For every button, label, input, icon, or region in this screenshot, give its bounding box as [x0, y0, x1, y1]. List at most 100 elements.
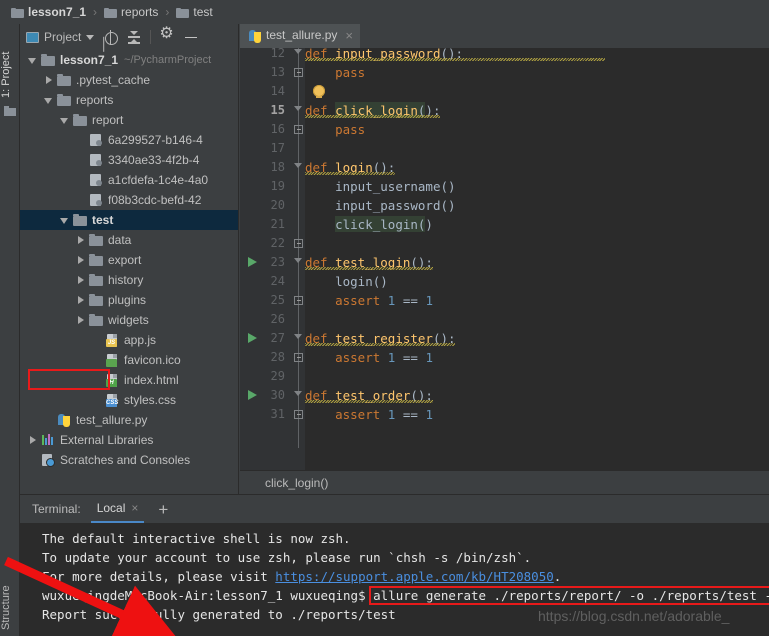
toolbar-divider [150, 30, 152, 44]
collapse-all-icon[interactable] [126, 29, 142, 45]
tree-row-label: report [92, 113, 124, 127]
code-line: pass [335, 65, 366, 80]
close-icon[interactable]: × [345, 28, 353, 43]
tree-row[interactable]: 6a299527-b146-4 [20, 130, 238, 150]
fold-region-icon[interactable] [294, 296, 303, 305]
code-line: click_login() [335, 217, 433, 232]
run-test-icon[interactable] [248, 390, 257, 400]
left-tool-strip: 1: Project Structure [0, 24, 20, 636]
tree-row-label: widgets [108, 313, 149, 327]
scratches-icon [40, 452, 56, 468]
tool-window-button-project[interactable]: 1: Project [0, 26, 20, 102]
tree-row[interactable]: External Libraries [20, 430, 238, 450]
close-icon[interactable]: × [131, 501, 138, 515]
tree-row[interactable]: JS app.js [20, 330, 238, 350]
tree-row-label: data [108, 233, 132, 247]
gear-icon[interactable] [159, 26, 175, 45]
folder-icon [88, 272, 104, 288]
fold-collapse-icon[interactable] [294, 334, 302, 339]
intention-bulb-icon[interactable] [313, 85, 325, 98]
terminal-link[interactable]: https://support.apple.com/kb/HT208050 [275, 569, 553, 584]
fold-collapse-icon[interactable] [294, 106, 302, 111]
tree-row[interactable]: history [20, 270, 238, 290]
breadcrumb-label: test [193, 5, 213, 19]
tree-row[interactable]: report [20, 110, 238, 130]
fold-region-icon[interactable] [294, 353, 303, 362]
fold-region-icon[interactable] [294, 125, 303, 134]
folder-icon [88, 312, 104, 328]
tree-toggle-down-icon[interactable] [42, 90, 56, 110]
tree-row[interactable]: reports [20, 90, 238, 110]
breadcrumb-item-reports[interactable]: reports [101, 5, 161, 19]
tree-toggle-right-icon[interactable] [74, 250, 88, 270]
html-file-icon: H [104, 372, 120, 388]
line-number: 22 [270, 236, 285, 250]
terminal-tab-local[interactable]: Local × [90, 495, 145, 523]
tree-row[interactable]: plugins [20, 290, 238, 310]
fold-collapse-icon[interactable] [294, 391, 302, 396]
tree-row-label: .pytest_cache [76, 73, 151, 87]
fold-region-icon[interactable] [294, 68, 303, 77]
fold-region-icon[interactable] [294, 239, 303, 248]
tree-toggle-right-icon[interactable] [26, 430, 40, 450]
tree-row-label: 6a299527-b146-4 [108, 133, 203, 147]
tree-toggle-right-icon[interactable] [42, 70, 56, 90]
fold-region-icon[interactable] [294, 410, 303, 419]
folder-icon [56, 72, 72, 88]
target-icon[interactable] [102, 29, 118, 45]
code-line: assert 1 == 1 [335, 350, 433, 365]
tree-row[interactable]: Scratches and Consoles [20, 450, 238, 470]
tree-row[interactable]: favicon.ico [20, 350, 238, 370]
tree-row[interactable]: CSS styles.css [20, 390, 238, 410]
tree-row-label: test_allure.py [76, 413, 148, 427]
line-number: 27 [270, 331, 285, 345]
tree-toggle-right-icon[interactable] [74, 310, 88, 330]
tree-row[interactable]: data [20, 230, 238, 250]
tree-row[interactable]: export [20, 250, 238, 270]
line-number: 25 [270, 293, 285, 307]
editor-tab-test-allure[interactable]: test_allure.py × [240, 24, 360, 48]
tree-toggle-down-icon[interactable] [26, 50, 40, 70]
tree-row[interactable]: lesson7_1 ~/PycharmProject [20, 50, 238, 70]
tree-row[interactable]: test_allure.py [20, 410, 238, 430]
line-number: 23 [270, 255, 285, 269]
tree-row[interactable]: widgets [20, 310, 238, 330]
breadcrumb-item-project[interactable]: lesson7_1 [8, 5, 89, 19]
tree-row[interactable]: Hindex.html [20, 370, 238, 390]
tree-toggle-down-icon[interactable] [58, 210, 72, 230]
tree-toggle-right-icon[interactable] [74, 270, 88, 290]
run-test-icon[interactable] [248, 257, 257, 267]
libraries-icon [40, 432, 56, 448]
project-view-label: Project [44, 30, 82, 44]
tree-row[interactable]: .pytest_cache [20, 70, 238, 90]
minimize-icon[interactable] [183, 29, 199, 45]
tree-toggle-right-icon[interactable] [74, 230, 88, 250]
image-file-icon [104, 352, 120, 368]
tree-row[interactable]: 3340ae33-4f2b-4 [20, 150, 238, 170]
terminal-line: The default interactive shell is now zsh… [42, 531, 351, 546]
chevron-down-icon [86, 34, 95, 40]
code-text[interactable]: def input_password(): pass def click_logi… [305, 48, 769, 470]
add-terminal-icon[interactable]: + [158, 501, 168, 518]
tree-toggle-right-icon[interactable] [74, 290, 88, 310]
tree-toggle-down-icon[interactable] [58, 110, 72, 130]
code-viewport[interactable]: 12 13 14 15 16 17 18 19 20 21 22 23 24 25 26 27 28 29 30 31… [240, 48, 769, 470]
tool-window-button-structure[interactable]: Structure [0, 556, 20, 634]
terminal-tab-label: Local [96, 501, 126, 515]
tree-row[interactable]: f08b3cdc-befd-42 [20, 190, 238, 210]
tree-row-label: reports [76, 93, 114, 107]
tree-row[interactable]: a1cfdefa-1c4e-4a0 [20, 170, 238, 190]
editor-tab-bar: test_allure.py × [240, 24, 769, 48]
code-folding-column[interactable] [293, 48, 305, 470]
fold-collapse-icon[interactable] [294, 49, 302, 54]
run-test-icon[interactable] [248, 333, 257, 343]
fold-collapse-icon[interactable] [294, 258, 302, 263]
project-view-selector[interactable]: Project [26, 30, 95, 44]
tree-row-label: styles.css [124, 393, 177, 407]
breadcrumb-item-test[interactable]: test [173, 5, 215, 19]
project-tree[interactable]: lesson7_1 ~/PycharmProject .pytest_cachere… [20, 50, 238, 494]
tree-row[interactable]: test [20, 210, 238, 230]
fold-collapse-icon[interactable] [294, 163, 302, 168]
